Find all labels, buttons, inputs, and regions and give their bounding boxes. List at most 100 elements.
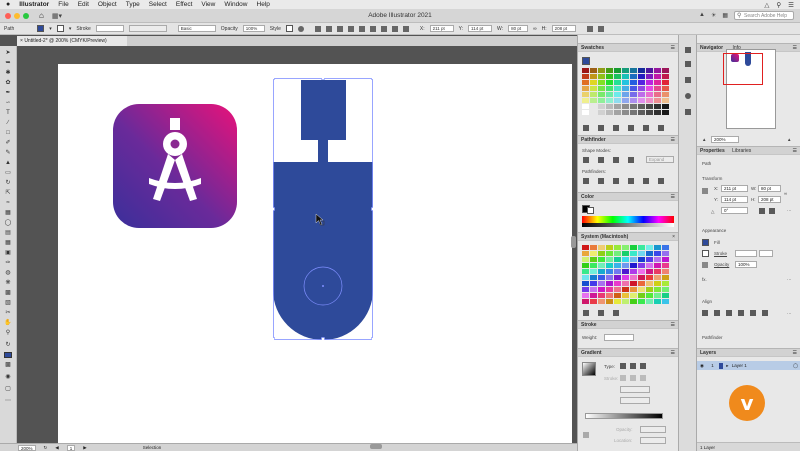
swatch-cell[interactable] xyxy=(630,110,637,115)
swatch-cell[interactable] xyxy=(590,245,597,250)
swatch-cell[interactable] xyxy=(630,263,637,268)
swatch-cell[interactable] xyxy=(606,110,613,115)
swatch-cell[interactable] xyxy=(630,104,637,109)
rectangle-tool-icon[interactable]: □ xyxy=(4,130,12,136)
swatch-cell[interactable] xyxy=(590,86,597,91)
system-swatches-library-icon[interactable] xyxy=(583,310,589,316)
swatch-cell[interactable] xyxy=(582,257,589,262)
swatch-cell[interactable] xyxy=(662,104,669,109)
type-tool-icon[interactable]: T xyxy=(4,110,12,116)
selection-tool-icon[interactable]: ➤ xyxy=(4,50,12,56)
swatch-cell[interactable] xyxy=(622,275,629,280)
swatch-cell[interactable] xyxy=(598,80,605,85)
rotate-tool-icon[interactable]: ↻ xyxy=(4,180,12,186)
swatch-cell[interactable] xyxy=(590,269,597,274)
swatch-cell[interactable] xyxy=(614,110,621,115)
prop-w-field[interactable]: 80 pt xyxy=(758,185,781,192)
style-swatch[interactable] xyxy=(285,25,293,32)
swatch-cell[interactable] xyxy=(614,269,621,274)
slice-tool-icon[interactable]: ✂ xyxy=(4,310,12,316)
navigator-menu-icon[interactable]: ☰ xyxy=(793,44,797,52)
style-label[interactable]: Style xyxy=(270,26,281,32)
swatch-cell[interactable] xyxy=(598,269,605,274)
minus-front-icon[interactable] xyxy=(598,157,604,163)
swatch-cell[interactable] xyxy=(598,74,605,79)
swatch-cell[interactable] xyxy=(590,281,597,286)
intersect-icon[interactable] xyxy=(613,157,619,163)
swatch-cell[interactable] xyxy=(654,281,661,286)
edit-toolbar-icon[interactable]: ⋯ xyxy=(4,398,12,404)
swatch-cell[interactable] xyxy=(590,68,597,73)
swatch-cell[interactable] xyxy=(622,299,629,304)
distribute-icon[interactable] xyxy=(380,25,387,32)
swatch-cell[interactable] xyxy=(654,263,661,268)
scale-tool-icon[interactable]: ⇱ xyxy=(4,190,12,196)
radial-gradient-icon[interactable] xyxy=(630,363,636,369)
swatch-cell[interactable] xyxy=(590,257,597,262)
swatch-cell[interactable] xyxy=(646,245,653,250)
crop-icon[interactable] xyxy=(628,178,634,184)
swatch-cell[interactable] xyxy=(646,251,653,256)
navigator-zoom-in-icon[interactable]: ▲ xyxy=(787,137,791,142)
prop-x-field[interactable]: 211 pt xyxy=(721,185,748,192)
swatch-cell[interactable] xyxy=(598,299,605,304)
search-spotlight-icon[interactable]: ⚲ xyxy=(776,1,781,9)
swatch-cell[interactable] xyxy=(662,92,669,97)
graphic-styles-panel-icon[interactable] xyxy=(685,77,691,83)
swatch-cell[interactable] xyxy=(638,263,645,268)
swatch-cell[interactable] xyxy=(646,92,653,97)
swatch-cell[interactable] xyxy=(590,293,597,298)
swatch-cell[interactable] xyxy=(590,287,597,292)
swatch-cell[interactable] xyxy=(662,245,669,250)
gradient-stroke-across-icon[interactable] xyxy=(640,375,646,381)
color-menu-icon[interactable]: ☰ xyxy=(671,193,675,201)
distribute-horizontal-icon[interactable] xyxy=(391,25,398,32)
appearance-fill-swatch[interactable] xyxy=(702,239,709,246)
align-top-icon[interactable] xyxy=(347,25,354,32)
swatch-cell[interactable] xyxy=(622,80,629,85)
stroke-label[interactable]: Stroke xyxy=(76,26,90,32)
swatch-cell[interactable] xyxy=(590,299,597,304)
direct-selection-tool-icon[interactable]: ➥ xyxy=(4,60,12,66)
menu-effect[interactable]: Effect xyxy=(176,1,193,8)
swatch-cell[interactable] xyxy=(622,251,629,256)
gradient-panel-header[interactable]: Gradient ☰ xyxy=(578,348,678,357)
swatch-cell[interactable] xyxy=(598,98,605,103)
swatch-cell[interactable] xyxy=(582,92,589,97)
prop-align-top-icon[interactable] xyxy=(738,310,744,316)
appearance-panel-icon[interactable] xyxy=(685,93,691,99)
swatch-cell[interactable] xyxy=(582,293,589,298)
swatches-panel-header[interactable]: Swatches ☰ xyxy=(578,43,678,52)
swatch-cell[interactable] xyxy=(630,68,637,73)
swatch-cell[interactable] xyxy=(598,110,605,115)
minus-back-icon[interactable] xyxy=(658,178,664,184)
paintbrush-tool-icon[interactable]: ✐ xyxy=(4,140,12,146)
swatch-cell[interactable] xyxy=(614,98,621,103)
swatch-cell[interactable] xyxy=(590,110,597,115)
swatch-cell[interactable] xyxy=(654,92,661,97)
swatch-cell[interactable] xyxy=(622,287,629,292)
apple-icon[interactable]: ● xyxy=(6,1,10,8)
swatch-cell[interactable] xyxy=(662,281,669,286)
drawing-modes-icon[interactable]: ◉ xyxy=(4,374,12,380)
prev-artboard-icon[interactable]: ◀ xyxy=(55,445,58,451)
swatch-cell[interactable] xyxy=(646,68,653,73)
align-bottom-icon[interactable] xyxy=(369,25,376,32)
swatch-cell[interactable] xyxy=(654,257,661,262)
swatch-cell[interactable] xyxy=(622,98,629,103)
appearance-stroke-label[interactable]: Stroke xyxy=(714,251,727,256)
swatch-cell[interactable] xyxy=(638,104,645,109)
eraser-tool-icon[interactable]: ▭ xyxy=(4,170,12,176)
brush-definition-field[interactable]: Basic xyxy=(177,25,216,32)
menu-window[interactable]: Window xyxy=(224,1,247,8)
swatch-cell[interactable] xyxy=(614,80,621,85)
swatch-cell[interactable] xyxy=(646,287,653,292)
swatch-cell[interactable] xyxy=(662,98,669,103)
horizontal-scrollbar[interactable] xyxy=(370,444,382,449)
swatch-cell[interactable] xyxy=(646,281,653,286)
swatch-cell[interactable] xyxy=(622,86,629,91)
recolor-icon[interactable] xyxy=(297,25,304,32)
pen-tool-icon[interactable]: ✒ xyxy=(4,90,12,96)
swatch-cell[interactable] xyxy=(622,68,629,73)
magic-wand-tool-icon[interactable]: ✱ xyxy=(4,70,12,76)
